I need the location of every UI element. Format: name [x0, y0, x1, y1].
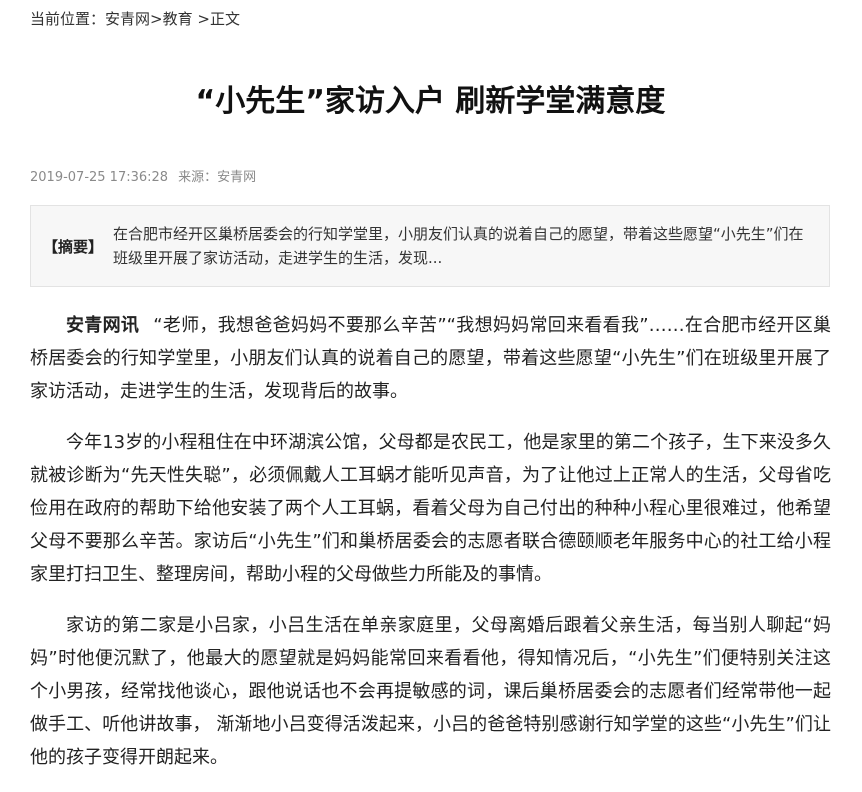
summary-text: 在合肥市经开区巢桥居委会的行知学堂里，小朋友们认真的说着自己的愿望，带着这些愿望… — [113, 225, 804, 267]
breadcrumb-separator: > — [192, 10, 210, 28]
breadcrumb-current: 正文 — [209, 10, 240, 28]
breadcrumb-link-education[interactable]: 教育 — [163, 10, 193, 28]
article-body: 安青网讯 “老师，我想爸爸妈妈不要那么辛苦”“我想妈妈常回来看看我”……在合肥市经… — [30, 309, 831, 792]
article-paragraph: 家访的第二家是小吕家，小吕生活在单亲家庭里，父母离婚后跟着父亲生活，每当别人聊起… — [30, 615, 831, 768]
breadcrumb-prefix: 当前位置： — [30, 10, 106, 28]
article-source: 来源：安青网 — [178, 170, 257, 185]
publish-datetime: 2019-07-25 17:36:28 — [30, 170, 169, 185]
article-paragraph: 安青网讯 “老师，我想爸爸妈妈不要那么辛苦”“我想妈妈常回来看看我”……在合肥市经… — [30, 309, 831, 408]
article-paragraph: 今年13岁的小程租住在中环湖滨公馆，父母都是农民工，他是家里的第二个孩子，生下来… — [30, 432, 831, 585]
article-summary-box: 【摘要】 在合肥市经开区巢桥居委会的行知学堂里，小朋友们认真的说着自己的愿望，带… — [30, 205, 830, 287]
summary-label: 【摘要】 — [43, 237, 104, 256]
breadcrumb-separator: > — [150, 10, 163, 28]
article-lead: 安青网讯 — [66, 315, 140, 336]
paragraph-text: “老师，我想爸爸妈妈不要那么辛苦”“我想妈妈常回来看看我”……在合肥市经开区巢桥… — [30, 315, 831, 402]
article-title: “小先生”家访入户 刷新学堂满意度 — [195, 84, 666, 119]
breadcrumb: 当前位置：安青网>教育 >正文 — [30, 9, 240, 29]
breadcrumb-link-home[interactable]: 安青网 — [105, 10, 150, 28]
article-page: 当前位置：安青网>教育 >正文 “小先生”家访入户 刷新学堂满意度 2019-0… — [0, 0, 862, 768]
article-meta: 2019-07-25 17:36:28 来源：安青网 — [30, 169, 256, 187]
